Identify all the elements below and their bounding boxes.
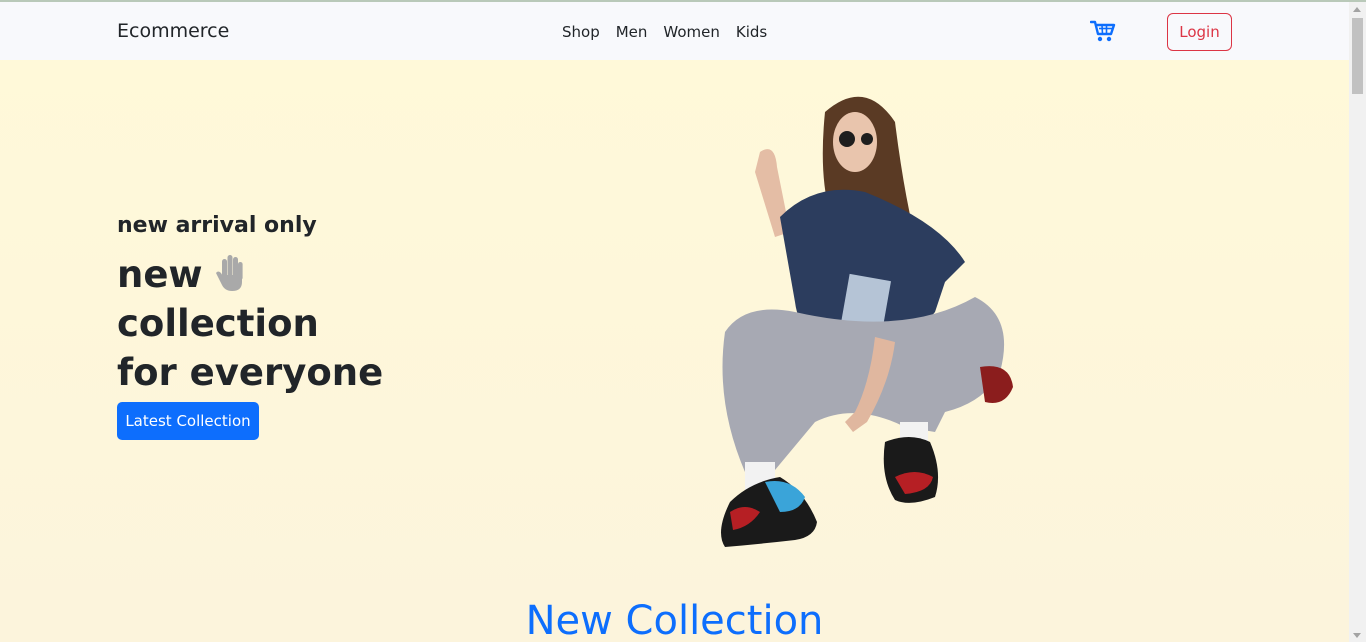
latest-collection-button[interactable]: Latest Collection (117, 402, 259, 440)
nav-link-kids[interactable]: Kids (736, 23, 767, 41)
nav-link-women[interactable]: Women (663, 23, 719, 41)
hero-section: new arrival only new collection for ever… (0, 60, 1349, 642)
nav-links: Shop Men Women Kids (562, 23, 783, 41)
waving-hand-icon (213, 253, 247, 293)
scroll-down-arrow-icon[interactable] (1353, 633, 1361, 638)
nav-link-men[interactable]: Men (616, 23, 648, 41)
headline-line-2: collection (117, 302, 319, 345)
login-button[interactable]: Login (1167, 13, 1232, 51)
cart-icon[interactable] (1089, 19, 1116, 43)
hero-headline: new collection for everyone (117, 250, 447, 397)
section-title-new-collection: New Collection (525, 598, 824, 642)
headline-line-3: for everyone (117, 351, 384, 394)
headline-line-1: new (117, 250, 447, 299)
hero-model-image (705, 82, 1025, 582)
navbar: Ecommerce Shop Men Women Kids Login (0, 2, 1349, 60)
hero-eyebrow: new arrival only (117, 213, 317, 238)
vertical-scrollbar[interactable] (1349, 2, 1366, 642)
scroll-up-arrow-icon[interactable] (1353, 7, 1361, 12)
scrollbar-thumb[interactable] (1352, 18, 1363, 94)
brand-logo[interactable]: Ecommerce (117, 20, 229, 42)
nav-link-shop[interactable]: Shop (562, 23, 600, 41)
